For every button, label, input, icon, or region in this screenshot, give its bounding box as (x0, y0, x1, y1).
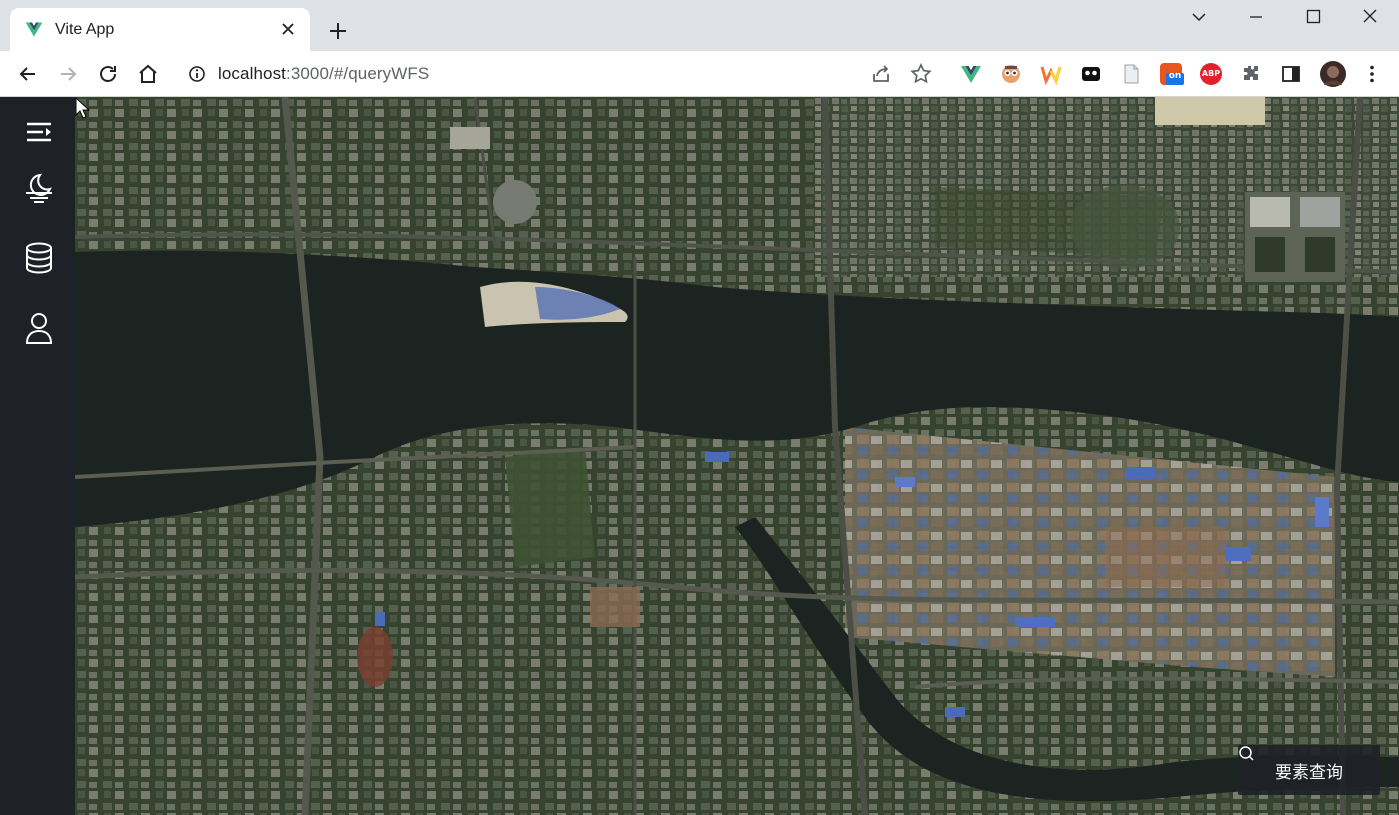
share-icon[interactable] (869, 62, 893, 86)
side-panel-icon[interactable] (1279, 62, 1303, 86)
vue-devtools-extension-icon[interactable] (960, 63, 982, 85)
forward-icon[interactable] (56, 62, 80, 86)
browser-toolbar: localhost:3000/#/queryWFS on ABP (0, 51, 1399, 97)
on-extension-icon[interactable]: on (1160, 63, 1184, 85)
new-tab-icon[interactable] (325, 18, 351, 44)
on-extension-label: on (1168, 71, 1182, 81)
close-tab-icon[interactable] (278, 19, 298, 39)
tab-search-icon[interactable] (1186, 6, 1212, 28)
sidebar (0, 97, 75, 815)
back-icon[interactable] (16, 62, 40, 86)
url-text: localhost:3000/#/queryWFS (218, 64, 429, 84)
browser-tab[interactable]: Vite App (10, 8, 310, 51)
reload-icon[interactable] (96, 62, 120, 86)
mouse-cursor-icon (75, 97, 91, 119)
app-page: 要素查询 (0, 97, 1399, 815)
feature-query-label: 要素查询 (1275, 762, 1343, 783)
indent-icon[interactable] (20, 113, 58, 151)
kebab-menu-icon[interactable] (1360, 62, 1384, 86)
search-icon (1239, 746, 1254, 761)
maximize-icon[interactable] (1300, 6, 1326, 28)
profile-avatar[interactable] (1319, 60, 1347, 88)
abp-label: ABP (1201, 69, 1221, 78)
minimize-icon[interactable] (1243, 6, 1269, 28)
w-extension-icon[interactable] (1040, 63, 1062, 85)
puzzle-extensions-icon[interactable] (1239, 62, 1263, 86)
owl-extension-icon[interactable] (1000, 63, 1022, 85)
database-icon[interactable] (20, 239, 58, 277)
bookmark-star-icon[interactable] (909, 62, 933, 86)
info-icon[interactable] (188, 65, 206, 83)
feature-query-button[interactable]: 要素查询 (1238, 745, 1380, 795)
url-host: localhost (218, 64, 286, 83)
satellite-imagery (75, 97, 1399, 815)
satellite-map[interactable]: 要素查询 (75, 97, 1399, 815)
close-window-icon[interactable] (1357, 6, 1383, 28)
tab-title: Vite App (55, 21, 115, 38)
sunset-icon[interactable] (20, 169, 58, 207)
user-icon[interactable] (20, 309, 58, 347)
mask-extension-icon[interactable] (1080, 63, 1102, 85)
document-extension-icon[interactable] (1120, 63, 1142, 85)
adblock-plus-extension-icon[interactable]: ABP (1200, 63, 1222, 85)
vue-icon (25, 22, 43, 37)
browser-titlebar: Vite App (0, 0, 1399, 51)
address-bar[interactable]: localhost:3000/#/queryWFS (178, 56, 958, 92)
url-path: :3000/#/queryWFS (286, 64, 430, 83)
home-icon[interactable] (136, 62, 160, 86)
